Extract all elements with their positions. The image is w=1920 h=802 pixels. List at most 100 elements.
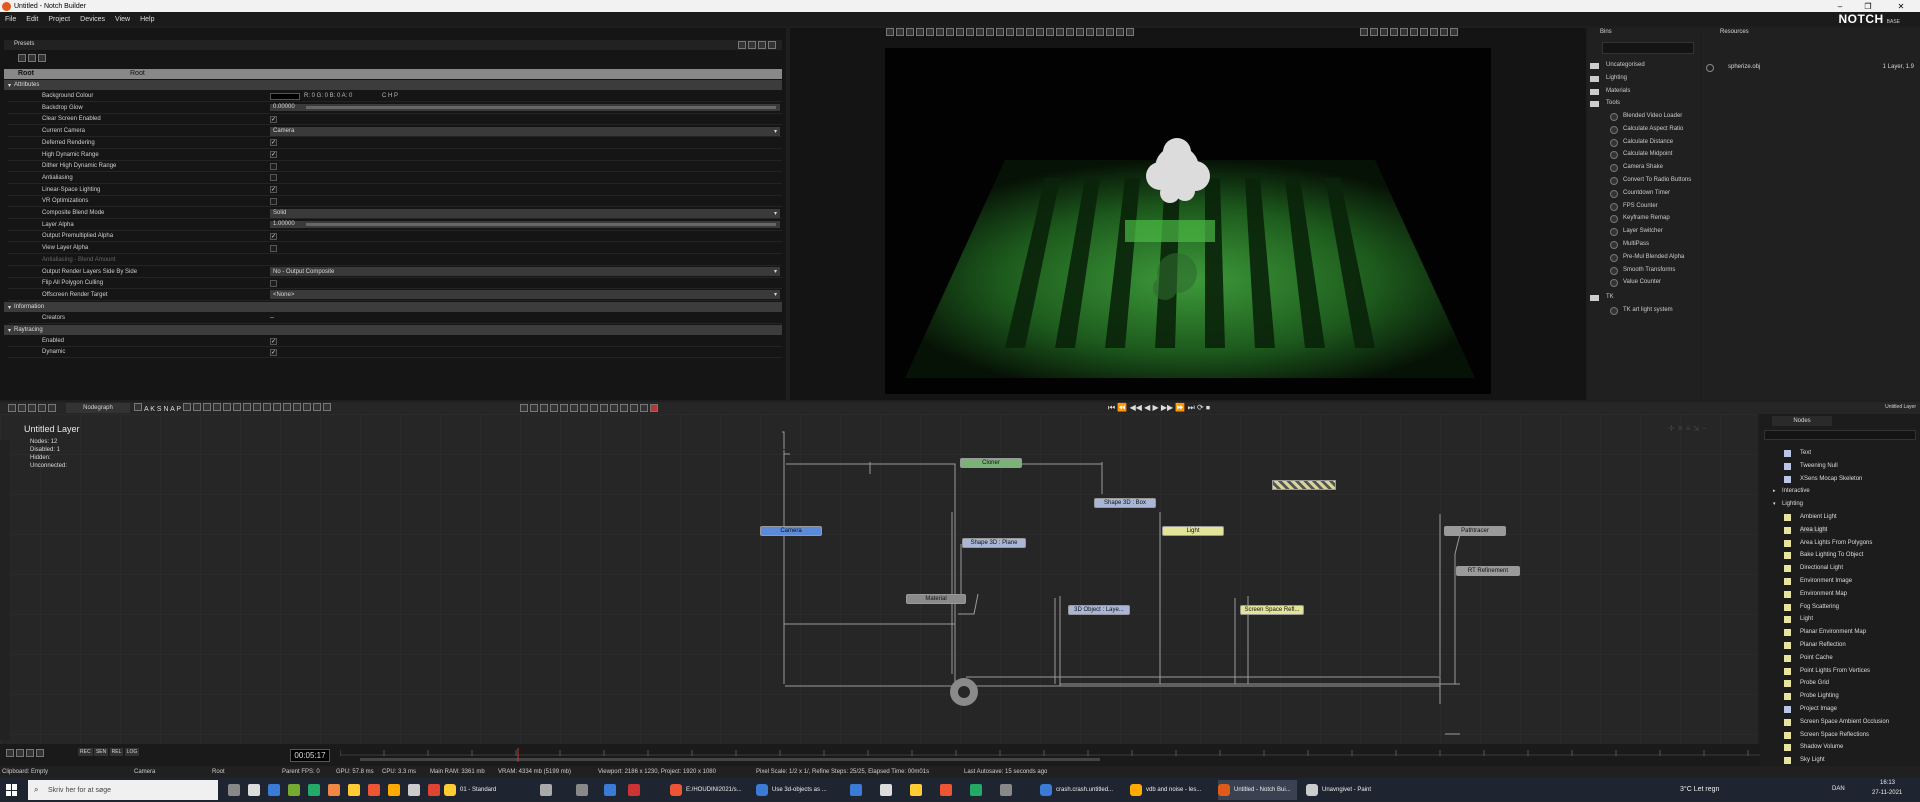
graph-node[interactable]: Light: [1162, 526, 1224, 536]
tab-nodes[interactable]: Nodes: [1772, 416, 1832, 426]
clock-date[interactable]: 27-11-2021: [1872, 790, 1902, 796]
node-item[interactable]: Area Light: [1784, 526, 1828, 534]
blender-icon[interactable]: [388, 784, 400, 796]
disabled-node[interactable]: [1272, 480, 1336, 490]
bin-item[interactable]: Camera Shake: [1610, 164, 1663, 173]
pt-app-icon[interactable]: [308, 784, 320, 796]
bin-item[interactable]: Pre-Mul Blended Alpha: [1610, 253, 1684, 262]
pinned-app-icon[interactable]: [970, 784, 982, 796]
firefox-icon[interactable]: [328, 784, 340, 796]
search-icon[interactable]: [28, 54, 36, 62]
property-checkbox[interactable]: ✓: [270, 115, 277, 123]
bin-item[interactable]: Countdown Timer: [1610, 189, 1670, 198]
weather[interactable]: 3°C Let regn: [1680, 786, 1719, 793]
pinned-app-icon[interactable]: [850, 784, 862, 796]
taskbar-app[interactable]: crash.crash.untitled...: [1040, 780, 1113, 800]
node-item[interactable]: Directional Light: [1784, 565, 1843, 573]
graph-node[interactable]: Screen Space Refl...: [1240, 605, 1304, 615]
property-checkbox[interactable]: ✓: [270, 151, 277, 158]
resource-item[interactable]: spherize.obj: [1728, 64, 1760, 70]
taskbar-app[interactable]: Untitled - Notch Bui...: [1218, 780, 1297, 800]
houdini-icon[interactable]: [368, 784, 380, 796]
enabled-checkbox[interactable]: ✓: [270, 337, 277, 345]
root-row[interactable]: Root Root: [4, 69, 782, 79]
node-item[interactable]: Screen Space Reflections: [1784, 731, 1869, 739]
graph-node[interactable]: Cloner: [960, 458, 1022, 468]
property-checkbox[interactable]: ✓: [270, 186, 277, 194]
color-modes[interactable]: C H P: [382, 93, 398, 99]
nodegraph-view-tools[interactable]: ✛ ✕ ≡ ⇲ −: [1668, 424, 1706, 433]
node-item[interactable]: Shadow Volume: [1784, 744, 1843, 752]
property-checkbox[interactable]: [270, 174, 277, 182]
node-item[interactable]: Point Cache: [1784, 654, 1833, 662]
property-checkbox[interactable]: [270, 244, 277, 252]
bin-item[interactable]: Smooth Transforms: [1610, 266, 1675, 275]
pinned-app-icon[interactable]: [910, 784, 922, 796]
color-swatch[interactable]: [270, 92, 300, 100]
tab-nodegraph[interactable]: Nodegraph: [66, 403, 130, 413]
node-item[interactable]: Fog Scattering: [1784, 603, 1839, 611]
folder-icon[interactable]: [348, 784, 360, 796]
taskbar-app[interactable]: E:/HOUDINI2021/s...: [670, 780, 742, 800]
timeline-ruler[interactable]: [340, 746, 1760, 764]
graph-node[interactable]: Pathtracer: [1444, 526, 1506, 536]
graph-node[interactable]: Camera: [760, 526, 822, 536]
node-item[interactable]: Planar Reflection: [1784, 642, 1846, 649]
node-item[interactable]: Point Lights From Vertices: [1784, 667, 1870, 675]
pinned-app-icon[interactable]: [940, 784, 952, 796]
dynamic-checkbox[interactable]: ✓: [270, 348, 277, 356]
node-item[interactable]: Environment Image: [1784, 578, 1852, 585]
browser-icon[interactable]: [268, 784, 280, 796]
taskbar-app[interactable]: Use 3d-objects as ...: [756, 780, 827, 800]
section-attributes[interactable]: ▾ Attributes: [4, 80, 782, 90]
menu-edit[interactable]: Edit: [21, 16, 43, 23]
property-dropdown[interactable]: No - Output Composite ▾: [270, 267, 780, 276]
property-checkbox[interactable]: [270, 279, 277, 287]
pinned-app-icon[interactable]: [628, 784, 640, 796]
transport-controls[interactable]: ⏮ ⏪ ◀◀ ◀ ▶ ▶▶ ⏩ ⏭ ⟳ ⏹: [1108, 403, 1210, 413]
node-item[interactable]: Area Lights From Polygons: [1784, 539, 1872, 547]
bin-folder[interactable]: Lighting: [1590, 75, 1627, 82]
pinned-app-icon[interactable]: [880, 784, 892, 796]
node-category[interactable]: ▾ Lighting: [1773, 501, 1803, 507]
menu-file[interactable]: File: [0, 16, 21, 23]
filter-icon[interactable]: [18, 54, 26, 62]
pinned-app-icon[interactable]: [576, 784, 588, 796]
menu-help[interactable]: Help: [135, 16, 159, 23]
nodes-search[interactable]: [1764, 430, 1916, 440]
bin-item[interactable]: Calculate Midpoint: [1610, 151, 1672, 160]
minimize-icon[interactable]: –: [1826, 0, 1854, 12]
bin-item[interactable]: Calculate Distance: [1610, 138, 1673, 147]
windows-start-icon[interactable]: [6, 784, 18, 796]
bin-item[interactable]: Calculate Aspect Ratio: [1610, 125, 1683, 134]
taskbar-app[interactable]: 01 - Standard: [444, 780, 496, 800]
graph-node[interactable]: Material: [906, 594, 966, 604]
node-item[interactable]: Probe Lighting: [1784, 693, 1839, 701]
bin-item[interactable]: MultiPass: [1610, 241, 1649, 249]
node-item[interactable]: Screen Space Ambient Occlusion: [1784, 718, 1889, 726]
bin-item[interactable]: Value Counter: [1610, 279, 1661, 288]
bin-item[interactable]: FPS Counter: [1610, 202, 1658, 211]
language[interactable]: DAN: [1832, 786, 1845, 792]
property-checkbox[interactable]: ✓: [270, 139, 277, 147]
node-item[interactable]: Sky Light: [1784, 757, 1825, 765]
menu-view[interactable]: View: [110, 16, 135, 23]
bin-folder[interactable]: Tools: [1590, 100, 1620, 108]
render-view[interactable]: [885, 48, 1491, 394]
taskbar-search[interactable]: Skriv her for at søge: [28, 780, 218, 800]
bin-item[interactable]: Layer Switcher: [1610, 228, 1663, 237]
bin-item[interactable]: Keyframe Remap: [1610, 215, 1670, 224]
graph-node[interactable]: Shape 3D : Box: [1094, 498, 1156, 508]
task-view-icon[interactable]: [228, 784, 240, 796]
pinned-app-icon[interactable]: [604, 784, 616, 796]
file-explorer-icon[interactable]: [248, 784, 260, 796]
node-item[interactable]: Text: [1784, 450, 1811, 457]
graph-node[interactable]: Shape 3D : Plane: [962, 538, 1026, 548]
node-item[interactable]: Ambient Light: [1784, 514, 1837, 521]
presets-tab[interactable]: Presets: [14, 41, 34, 47]
property-dropdown[interactable]: Solid ▾: [270, 208, 780, 218]
unreal-icon[interactable]: [408, 784, 420, 796]
node-item[interactable]: Light: [1784, 616, 1813, 624]
bin-item[interactable]: Convert To Radio Buttons: [1610, 177, 1691, 185]
property-checkbox[interactable]: [270, 162, 277, 170]
